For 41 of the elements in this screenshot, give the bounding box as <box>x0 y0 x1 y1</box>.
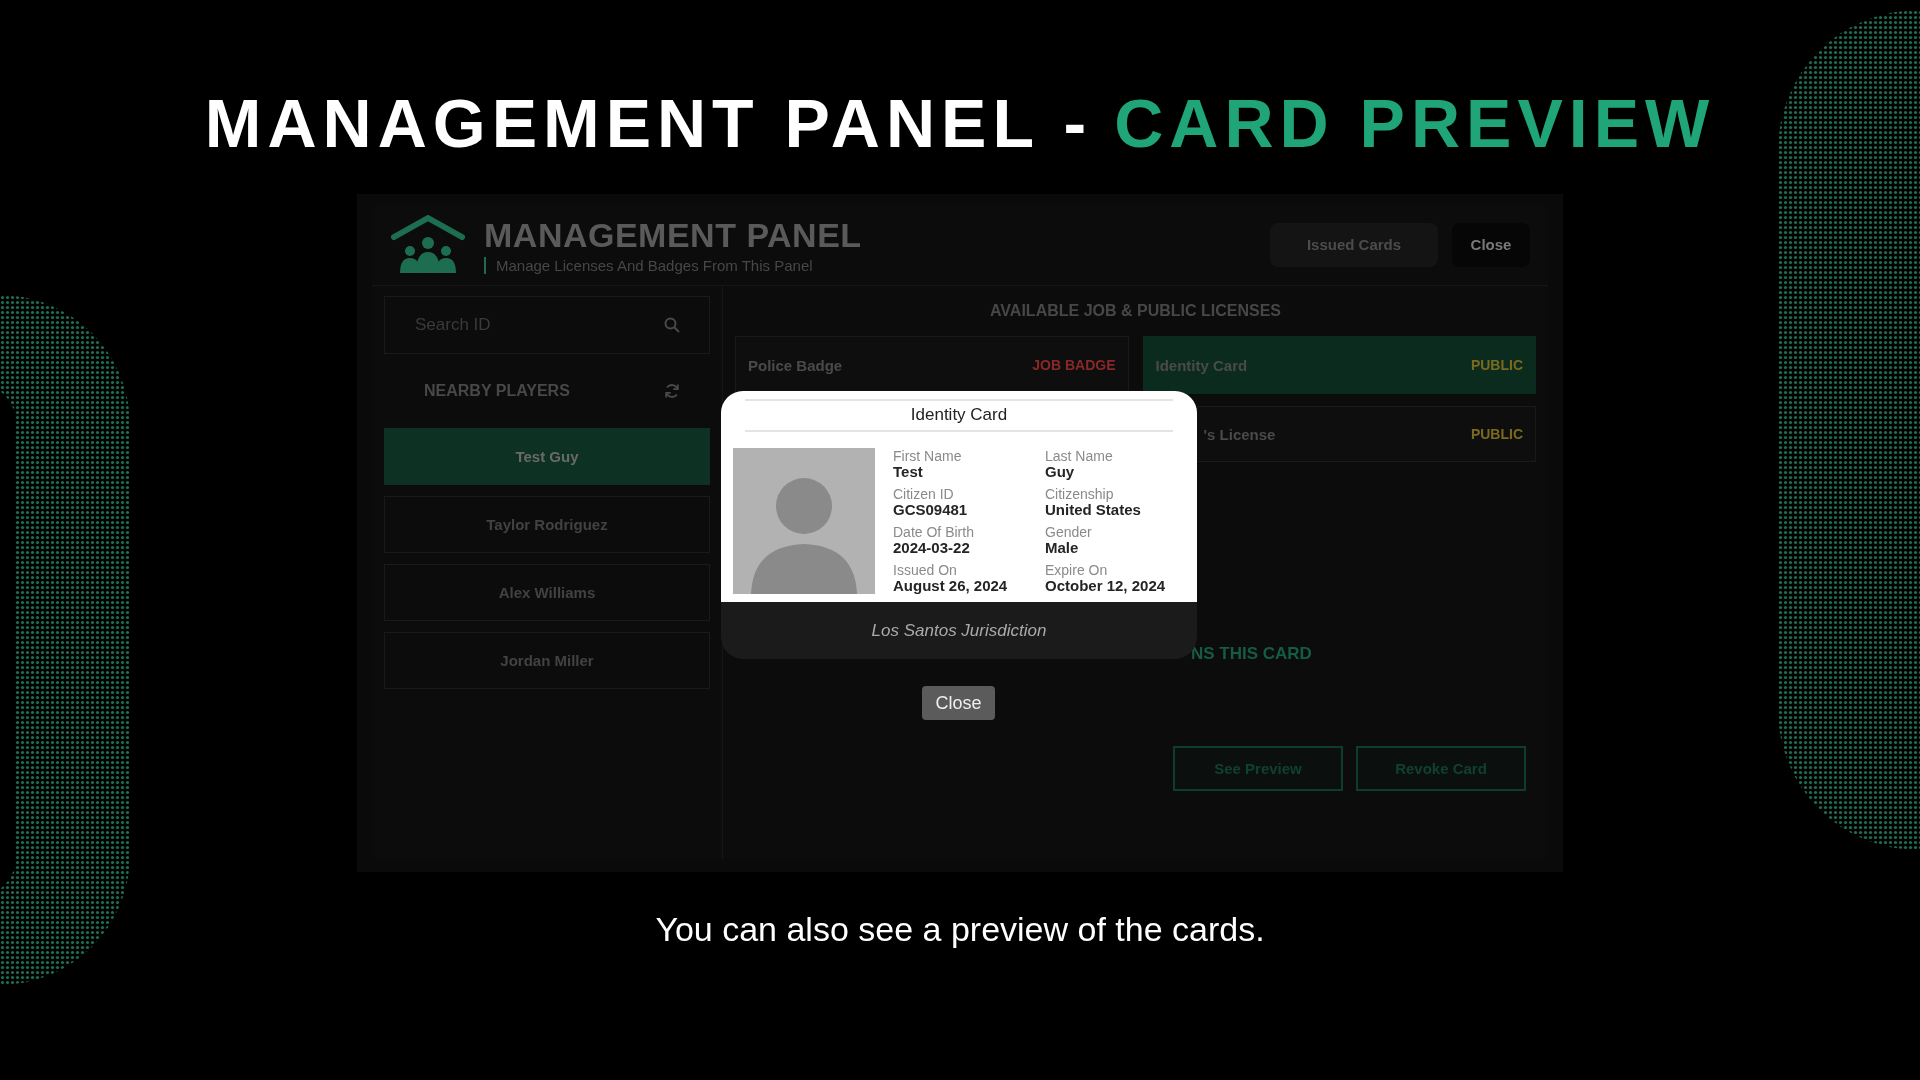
license-name: Identity Card <box>1155 356 1248 374</box>
licenses-heading: AVAILABLE JOB & PUBLIC LICENSES <box>989 301 1282 321</box>
license-tag: JOB BADGE <box>1032 357 1116 373</box>
license-item[interactable]: Police Badge JOB BADGE <box>735 336 1129 394</box>
field-value: Guy <box>1045 464 1076 479</box>
field-label: Citizenship <box>1045 487 1115 502</box>
field-label: Citizen ID <box>893 487 955 502</box>
search-icon <box>664 317 680 333</box>
panel-subtitle: Manage Licenses And Badges From This Panel <box>484 256 862 274</box>
field-label: Date Of Birth <box>893 525 975 540</box>
field-label: Expire On <box>1045 563 1109 578</box>
field-value: Test <box>893 464 924 479</box>
caption: You can also see a preview of the cards. <box>655 910 1265 949</box>
refresh-icon[interactable] <box>664 383 680 399</box>
header-button[interactable]: Issued Cards <box>1270 222 1438 267</box>
field-value: GCS09481 <box>893 502 969 517</box>
field-value: Male <box>1045 540 1080 555</box>
card-title: Identity Card <box>745 399 1173 432</box>
license-tag: PUBLIC <box>1470 357 1523 373</box>
field-value: August 26, 2024 <box>893 578 1009 593</box>
headline-text: MANAGEMENT PANEL - <box>204 84 1093 162</box>
field-value: United States <box>1045 502 1142 517</box>
license-name: Police Badge <box>748 356 843 374</box>
field-label: Issued On <box>893 563 958 578</box>
nearby-players-heading: NEARBY PLAYERS <box>424 382 570 400</box>
field-value: 2024-03-22 <box>893 540 971 555</box>
house-people-icon <box>390 214 466 275</box>
close-button[interactable]: Close <box>922 686 995 720</box>
jurisdiction-text: Los Santos Jurisdiction <box>870 619 1048 642</box>
field-label: Last Name <box>1045 449 1114 464</box>
license-name: 's License <box>1203 425 1276 443</box>
field-label: First Name <box>893 449 963 464</box>
header-button[interactable]: Close <box>1452 222 1530 267</box>
player-item[interactable]: Test Guy <box>384 428 710 485</box>
license-item[interactable]: Identity Card PUBLIC <box>1142 336 1536 394</box>
field-value: October 12, 2024 <box>1045 578 1166 593</box>
headline-highlight: CARD PREVIEW <box>1114 84 1716 162</box>
assign-heading: NS THIS CARD <box>1190 644 1313 664</box>
panel-title: MANAGEMENT PANEL <box>484 215 862 255</box>
license-tag: PUBLIC <box>1470 426 1523 442</box>
field-label: Gender <box>1045 525 1093 540</box>
